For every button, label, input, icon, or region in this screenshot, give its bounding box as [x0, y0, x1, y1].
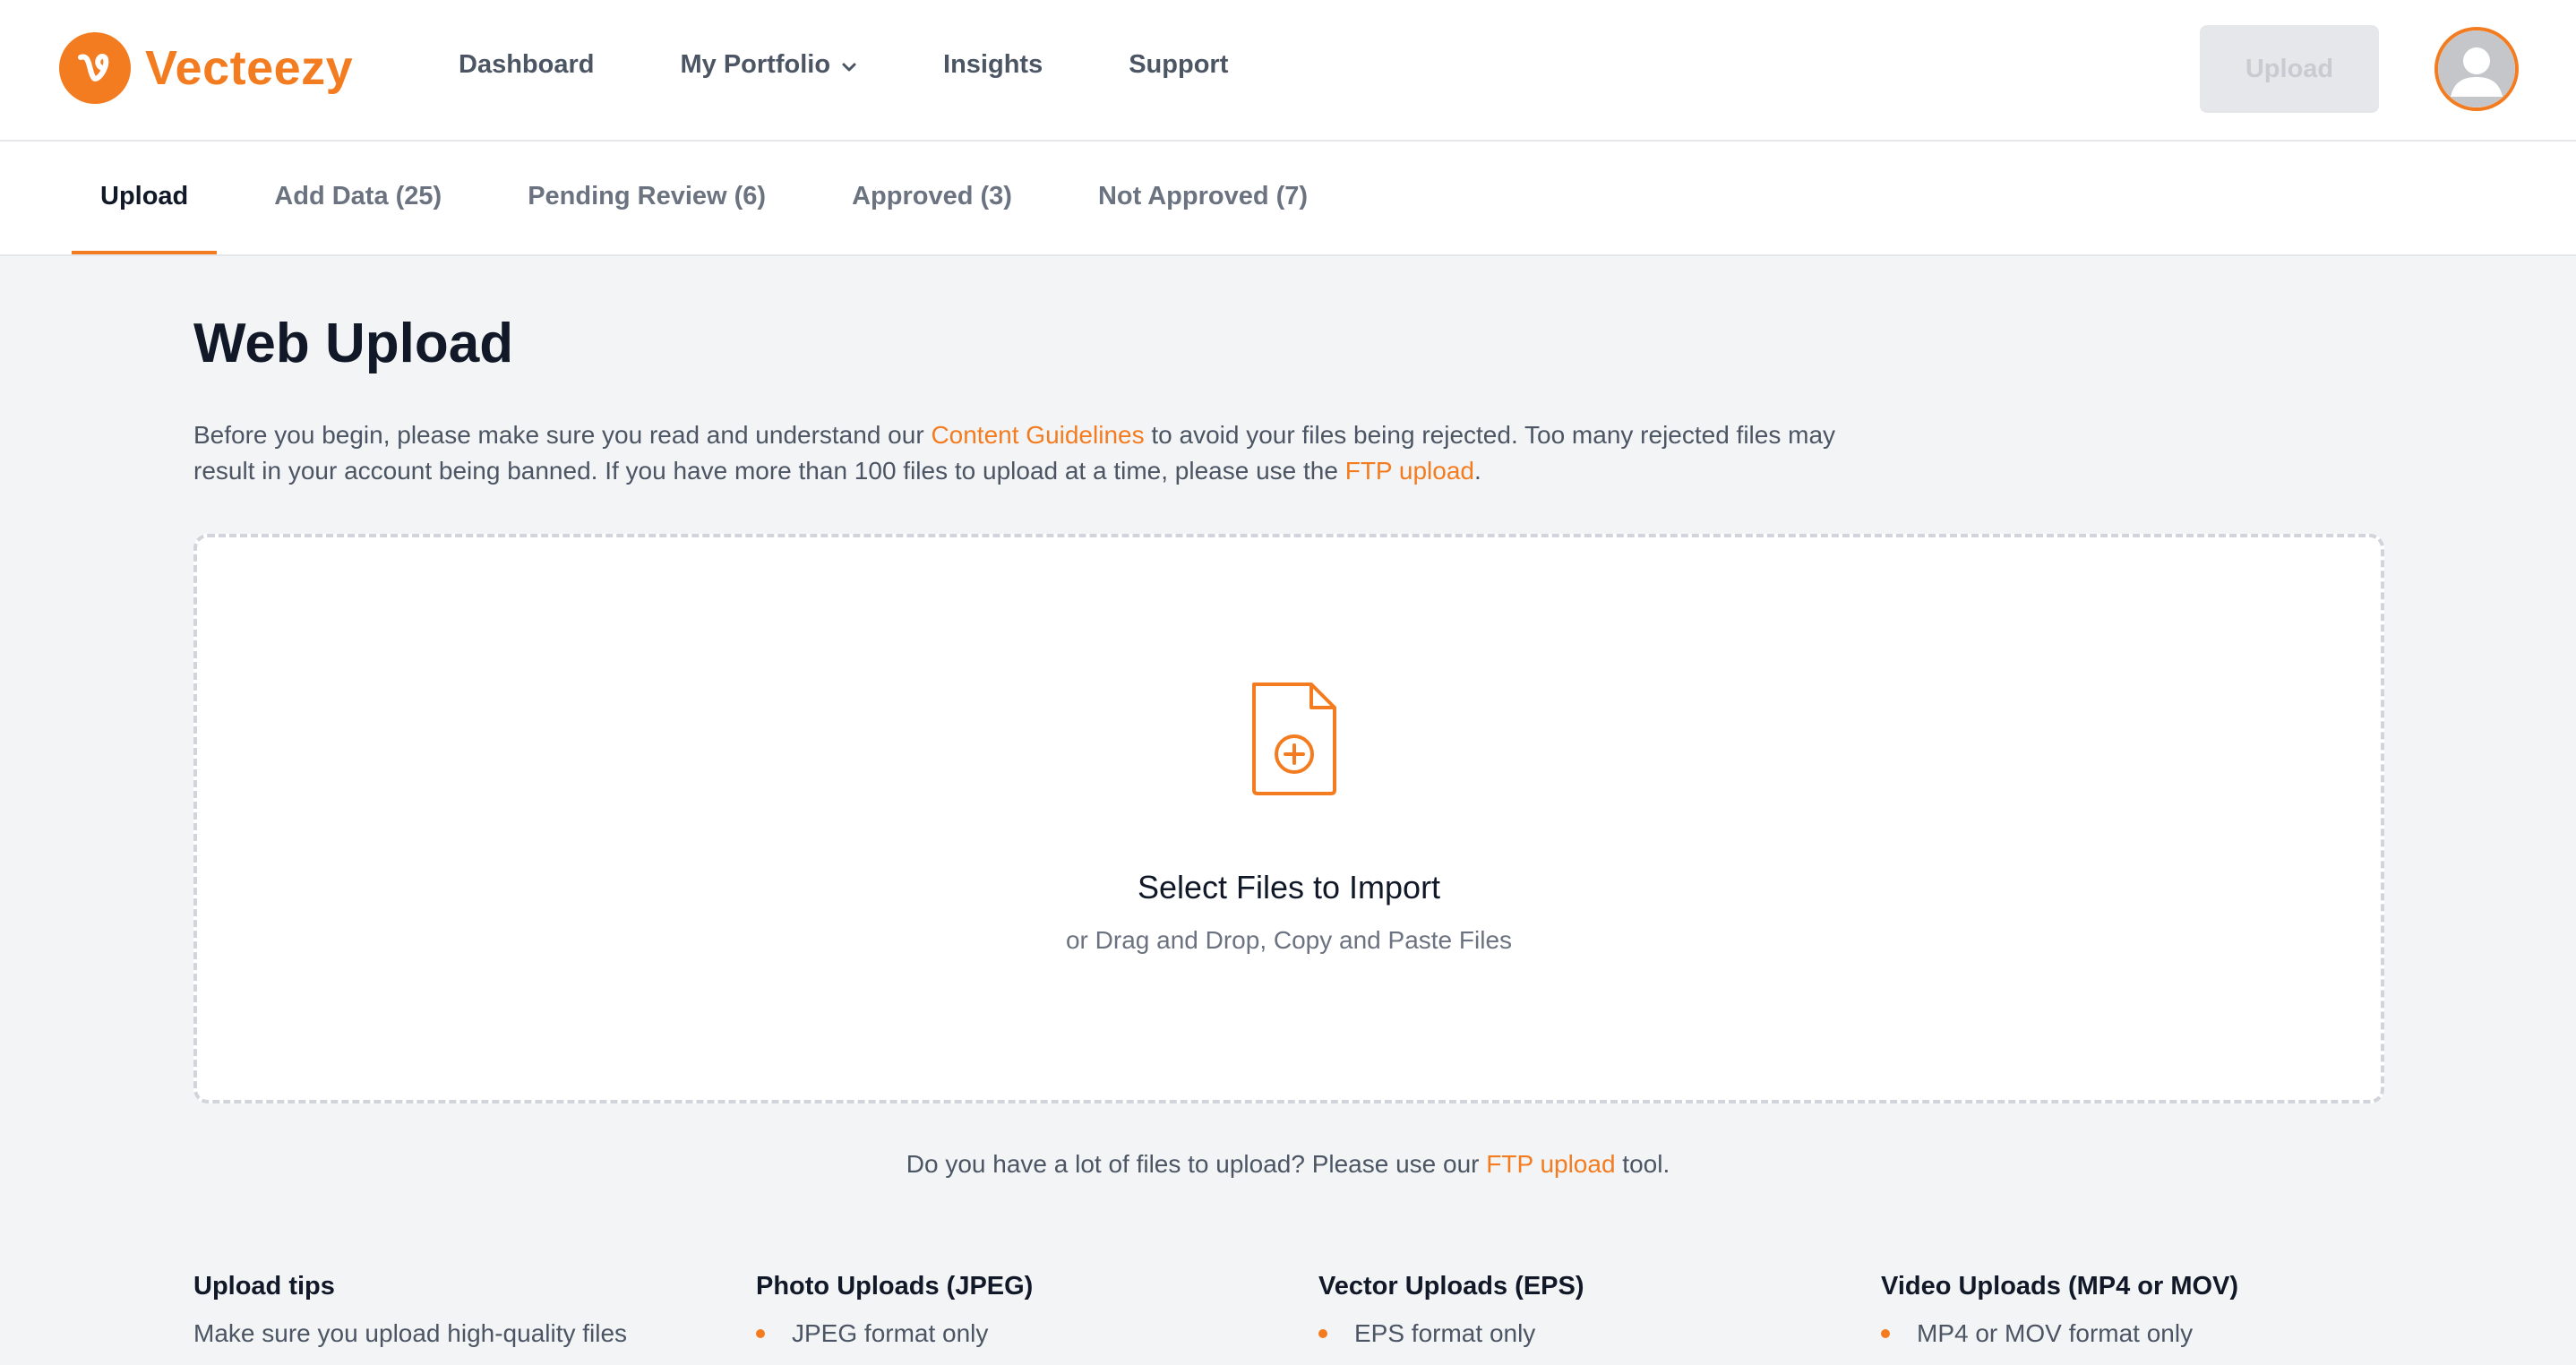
nav-my-portfolio[interactable]: My Portfolio [680, 50, 857, 80]
bullet-icon [1881, 1329, 1890, 1338]
top-header: Vecteezy Dashboard My Portfolio Insights… [0, 0, 2576, 142]
upload-button[interactable]: Upload [2200, 25, 2379, 113]
brand-logo[interactable]: Vecteezy [59, 32, 353, 104]
file-add-icon [1249, 679, 1340, 803]
dropzone-subtitle: or Drag and Drop, Copy and Paste Files [1065, 926, 1513, 954]
ftp-note-part1: Do you have a lot of files to upload? Pl… [906, 1150, 1487, 1178]
file-dropzone[interactable]: Select Files to Import or Drag and Drop,… [193, 534, 2384, 1103]
upload-tabs: Upload Add Data (25) Pending Review (6) … [72, 142, 1365, 254]
brand-name: Vecteezy [145, 41, 354, 95]
bullet-icon [756, 1329, 765, 1338]
upload-tips: Upload tips Make sure you upload high-qu… [193, 1272, 2451, 1348]
main-nav: Dashboard My Portfolio Insights Support [459, 50, 1314, 80]
list-item: JPEG format only [756, 1319, 1318, 1348]
list-item-text: EPS format only [1354, 1319, 1536, 1347]
tips-photo: Photo Uploads (JPEG) JPEG format only [756, 1272, 1318, 1348]
intro-text-part1: Before you begin, please make sure you r… [193, 421, 932, 449]
tips-general-text: Make sure you upload high-quality files [193, 1319, 628, 1347]
intro-text: Before you begin, please make sure you r… [193, 417, 1895, 489]
dropzone-title: Select Files to Import [1137, 869, 1441, 906]
user-avatar[interactable] [2434, 27, 2519, 111]
tips-general-title: Upload tips [193, 1272, 335, 1301]
vecteezy-logo-icon [59, 32, 131, 104]
intro-text-part3: . [1473, 457, 1481, 485]
tips-photo-title: Photo Uploads (JPEG) [756, 1272, 1034, 1301]
list-item: EPS format only [1318, 1319, 1881, 1348]
tab-add-data[interactable]: Add Data (25) [245, 142, 470, 254]
ftp-upload-link[interactable]: FTP upload [1345, 457, 1474, 485]
list-item-text: MP4 or MOV format only [1917, 1319, 2194, 1347]
chevron-down-icon [841, 50, 857, 80]
list-item-text: JPEG format only [792, 1319, 989, 1347]
tips-video: Video Uploads (MP4 or MOV) MP4 or MOV fo… [1881, 1272, 2443, 1348]
nav-support[interactable]: Support [1129, 50, 1228, 80]
tips-vector-title: Vector Uploads (EPS) [1318, 1272, 1584, 1301]
ftp-upload-tool-link[interactable]: FTP upload [1486, 1150, 1615, 1178]
tab-upload[interactable]: Upload [72, 142, 218, 254]
ftp-note: Do you have a lot of files to upload? Pl… [0, 1150, 2576, 1179]
page-title: Web Upload [193, 313, 514, 374]
bullet-icon [1318, 1329, 1327, 1338]
ftp-note-part2: tool. [1615, 1150, 1670, 1178]
tips-general: Upload tips Make sure you upload high-qu… [193, 1272, 756, 1348]
tab-not-approved[interactable]: Not Approved (7) [1069, 142, 1336, 254]
tips-vector-list: EPS format only [1318, 1319, 1881, 1348]
nav-dashboard[interactable]: Dashboard [459, 50, 594, 80]
content-guidelines-link[interactable]: Content Guidelines [931, 421, 1144, 449]
tips-photo-list: JPEG format only [756, 1319, 1318, 1348]
user-avatar-icon [2438, 30, 2515, 107]
tips-video-title: Video Uploads (MP4 or MOV) [1881, 1272, 2239, 1301]
tab-pending-review[interactable]: Pending Review (6) [499, 142, 794, 254]
tips-vector: Vector Uploads (EPS) EPS format only [1318, 1272, 1881, 1348]
tips-video-list: MP4 or MOV format only [1881, 1319, 2443, 1348]
nav-my-portfolio-label: My Portfolio [680, 50, 831, 79]
list-item: MP4 or MOV format only [1881, 1319, 2443, 1348]
nav-insights[interactable]: Insights [943, 50, 1043, 80]
upload-tabs-bar: Upload Add Data (25) Pending Review (6) … [0, 142, 2576, 256]
tab-approved[interactable]: Approved (3) [823, 142, 1041, 254]
